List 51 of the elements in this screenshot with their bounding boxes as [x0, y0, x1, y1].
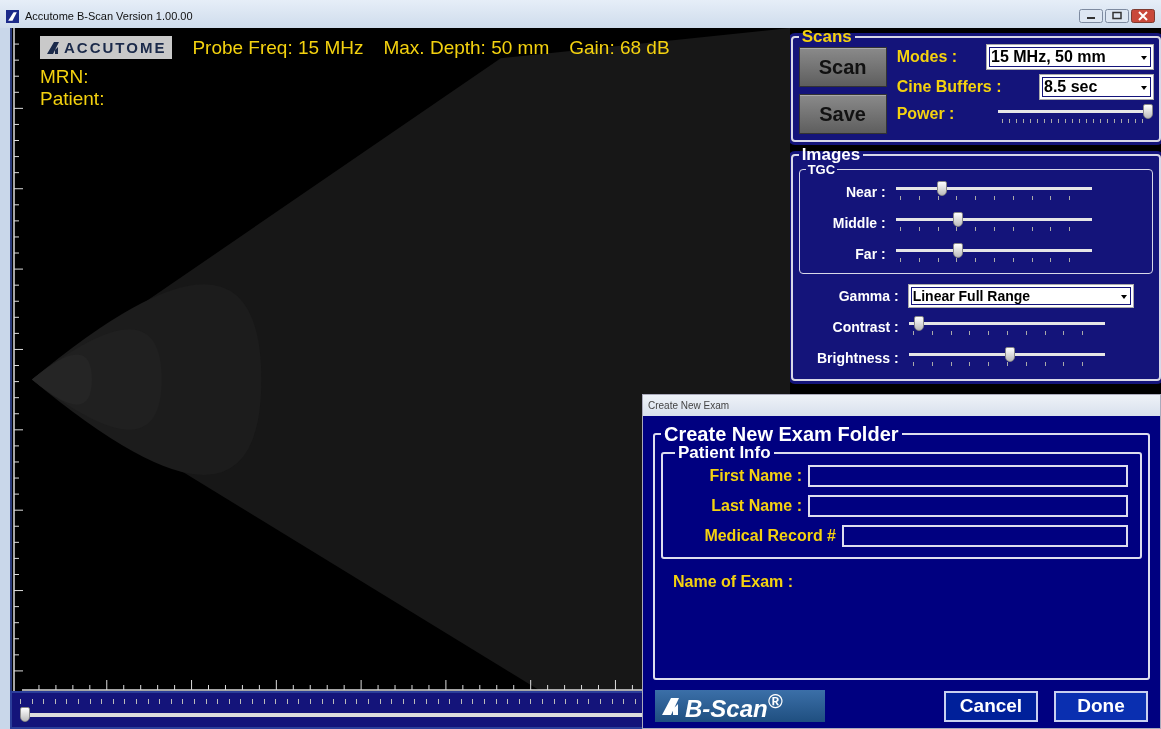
modes-dropdown[interactable]: 15 MHz, 50 mm — [987, 45, 1153, 69]
input-field[interactable] — [808, 495, 1128, 517]
slider-label: Contrast : — [831, 318, 899, 335]
b-scan-logo: B-Scan$^{®}$ — [655, 690, 825, 722]
power-label: Power : — [896, 105, 955, 123]
slider-thumb[interactable] — [1005, 347, 1016, 362]
gamma-dropdown[interactable]: Linear Full Range — [908, 284, 1133, 307]
max-depth: Max. Depth: 50 mm — [383, 36, 550, 59]
input-field[interactable] — [842, 525, 1128, 547]
gamma-label: Gamma : — [837, 287, 899, 304]
maximize-icon[interactable] — [1105, 9, 1129, 23]
dialog-title: Create New Exam — [648, 400, 730, 411]
mrn-label: MRN: — [40, 66, 90, 88]
accutome-logo: ACCUTOME — [40, 36, 173, 59]
field-label: First Name : — [709, 467, 802, 485]
slider-thumb[interactable] — [1143, 103, 1153, 119]
dialog-button[interactable]: Cancel — [944, 690, 1038, 722]
modes-label: Modes : — [896, 48, 958, 66]
field-label: Medical Record # — [704, 527, 836, 545]
group-title: TGC — [807, 163, 836, 176]
gain: Gain: 68 dB — [569, 36, 670, 59]
group-title: Create New Exam Folder — [663, 424, 900, 444]
input-field[interactable] — [808, 465, 1128, 487]
app-icon — [6, 9, 19, 23]
window-title: Accutome B-Scan Version 1.00.00 — [25, 10, 193, 22]
slider-label: Middle : — [831, 214, 886, 231]
exam-name-label: Name of Exam : — [673, 573, 794, 591]
slider-label: Near : — [844, 183, 886, 200]
group-title: Images — [800, 146, 862, 163]
caret-icon — [1141, 86, 1147, 90]
slider-label: Brightness : — [815, 349, 899, 366]
slider-thumb[interactable] — [936, 181, 947, 196]
probe-frequency: Probe Freq: 15 MHz — [192, 36, 364, 59]
caret-icon — [1120, 294, 1127, 299]
scan-action-button[interactable]: Scan — [798, 47, 887, 87]
slider-label: Far : — [854, 245, 886, 262]
cine-buffers-label: Cine Buffers : — [896, 78, 1002, 96]
group-title: Patient Info — [677, 444, 772, 461]
field-label: Last Name : — [711, 497, 802, 515]
close-icon[interactable] — [1131, 9, 1155, 23]
slider-thumb[interactable] — [20, 707, 30, 722]
caret-icon — [1141, 56, 1147, 60]
minimize-icon[interactable] — [1079, 9, 1103, 23]
patient-label: Patient: — [40, 88, 105, 110]
cine-buffers-dropdown[interactable]: 8.5 sec — [1040, 75, 1153, 99]
scan-action-button[interactable]: Save — [798, 94, 887, 134]
group-title: Scans — [800, 28, 853, 45]
dialog-button[interactable]: Done — [1054, 690, 1148, 722]
slider-thumb[interactable] — [914, 316, 925, 331]
slider-thumb[interactable] — [953, 212, 964, 227]
slider-thumb[interactable] — [953, 243, 964, 258]
